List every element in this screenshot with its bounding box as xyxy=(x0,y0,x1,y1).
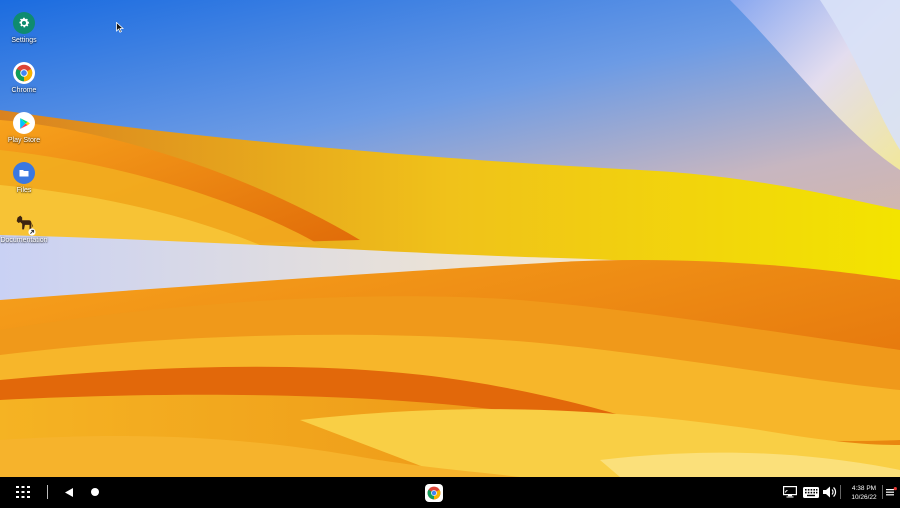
folder-icon xyxy=(13,162,35,184)
keyboard-icon xyxy=(803,486,819,498)
notifications-button[interactable] xyxy=(884,485,898,499)
clock[interactable]: 4:38 PM 10/26/22 xyxy=(846,484,882,502)
notifications-icon xyxy=(885,487,897,496)
play-store-icon xyxy=(13,112,35,134)
taskbar xyxy=(0,477,900,508)
desktop-icon-files[interactable]: Files xyxy=(0,162,50,194)
app-grid-icon xyxy=(16,486,30,498)
desktop-icon-documentation[interactable]: Documentation xyxy=(0,212,50,244)
shortcut-arrow-icon xyxy=(28,228,36,236)
screen-cast-button[interactable] xyxy=(782,485,798,499)
back-triangle-icon xyxy=(65,487,73,497)
home-button[interactable] xyxy=(88,486,102,498)
clock-date: 10/26/22 xyxy=(851,494,877,501)
volume-icon xyxy=(823,486,837,498)
clock-time: 4:38 PM xyxy=(851,485,877,492)
volume-button[interactable] xyxy=(822,485,838,499)
desktop-icon-settings[interactable]: Settings xyxy=(0,12,50,44)
taskbar-app-chrome[interactable] xyxy=(424,483,444,503)
home-circle-icon xyxy=(91,488,99,496)
mouse-pointer-icon xyxy=(116,22,124,33)
chrome-icon xyxy=(13,62,35,84)
gear-icon xyxy=(13,12,35,34)
desktop-icon-label: Settings xyxy=(11,37,37,44)
chrome-icon xyxy=(425,484,443,502)
taskbar-divider xyxy=(47,485,48,499)
keyboard-button[interactable] xyxy=(802,485,820,499)
desktop-icon-label: Files xyxy=(16,187,32,194)
desktop-icon-chrome[interactable]: Chrome xyxy=(0,62,50,94)
launcher-button[interactable] xyxy=(14,485,32,499)
desktop-wallpaper xyxy=(0,0,900,477)
desktop-icon-label: Documentation xyxy=(0,237,48,244)
back-button[interactable] xyxy=(62,486,76,498)
tray-divider xyxy=(882,485,883,499)
tray-divider xyxy=(840,485,841,499)
desktop-icon-label: Play Store xyxy=(7,137,41,144)
desktop-icon-play-store[interactable]: Play Store xyxy=(0,112,50,144)
desktop-icon-label: Chrome xyxy=(11,87,37,94)
horse-icon xyxy=(13,212,36,236)
screen-cast-icon xyxy=(783,486,797,498)
